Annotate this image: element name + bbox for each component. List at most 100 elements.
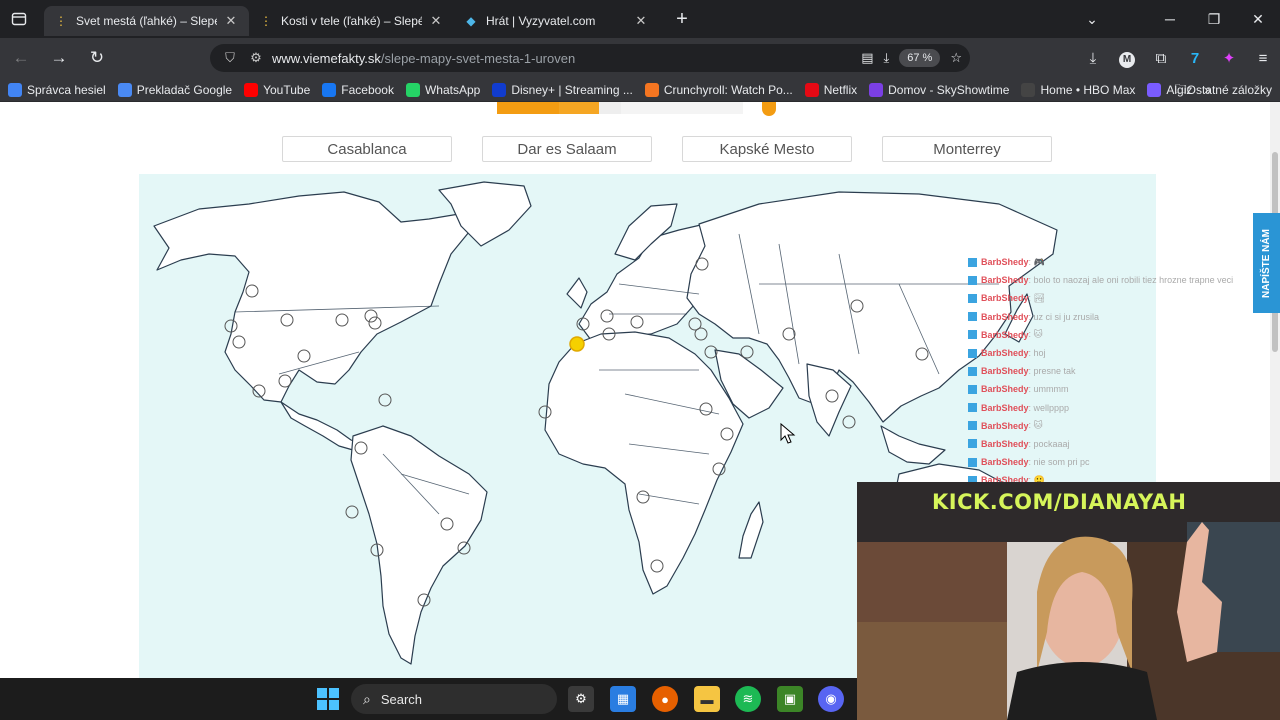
folder-icon: 🗀 (1174, 81, 1187, 96)
southeast-asia-land (880, 425, 946, 465)
choice-button[interactable]: Casablanca (282, 136, 452, 162)
hbo-icon (1021, 82, 1036, 97)
chat-username: BarbShedy (981, 420, 1029, 431)
bookmark-label: Home • HBO Max (1040, 82, 1136, 97)
chat-message: BarbShedy: 🎮 (968, 253, 1268, 271)
minimize-icon[interactable]: ─ (1148, 11, 1192, 27)
url-host: www.viemefakty.sk (272, 50, 381, 66)
city-marker[interactable] (345, 505, 359, 519)
chat-badge-icon (968, 330, 977, 340)
chat-badge-icon (968, 457, 977, 467)
algiz-icon (1147, 82, 1162, 97)
africa-land (544, 331, 744, 595)
chat-text: : ummmm (1028, 384, 1069, 395)
new-tab-button[interactable]: + (667, 4, 697, 34)
chat-message: BarbShedy: 🐱 (968, 326, 1268, 344)
back-button[interactable]: ← (4, 41, 38, 75)
chat-text: : pockaaaj (1028, 438, 1070, 449)
netflix-icon (804, 82, 819, 97)
choice-button[interactable]: Kapské Mesto (682, 136, 852, 162)
chat-message: BarbShedy: 🐱 (968, 417, 1268, 435)
reader-view-icon[interactable]: ▤ (861, 50, 873, 66)
google-icon (8, 82, 22, 97)
site-pin-icon: ⋮ (55, 14, 67, 28)
browser-toolbar: ← → ↻ ⛉ ⚙ www.viemefakty.sk/slepe-mapy-s… (0, 38, 1280, 78)
chat-username: BarbShedy (981, 329, 1029, 340)
chat-username: BarbShedy (981, 457, 1029, 468)
site-settings-icon[interactable]: ⚙ (246, 50, 266, 66)
bookmark-item[interactable]: Home • HBO Max (1021, 82, 1136, 97)
discord-app-icon[interactable]: ◉ (818, 686, 844, 712)
close-tab-icon[interactable]: ✕ (223, 13, 239, 29)
maximize-icon[interactable]: ❐ (1192, 11, 1236, 28)
control-panel-app-icon[interactable]: ▦ (610, 686, 636, 712)
webcam-scene (857, 482, 1280, 720)
stream-chat-overlay: BarbShedy: 🎮 BarbShedy: bolo to naozaj al… (968, 253, 1268, 489)
disney-icon (492, 82, 507, 97)
firefox-app-icon[interactable]: ● (652, 686, 678, 712)
windows-start-icon[interactable] (316, 687, 340, 711)
chat-badge-icon (968, 293, 977, 303)
bookmark-item[interactable]: Netflix (804, 82, 857, 97)
bookmark-item[interactable]: Prekladač Google (117, 82, 232, 97)
windows-taskbar: ⌕ Search ⚙ ▦ ● ▬ ≋ ▣ ◉ (0, 678, 857, 720)
chat-text: : bolo to naozaj ale oni robili tiez hro… (1028, 275, 1234, 286)
other-bookmarks-folder[interactable]: 🗀 Ostatné záložky (1175, 78, 1272, 102)
bookmark-item[interactable]: Crunchyroll: Watch Po... (644, 82, 793, 97)
bookmark-item[interactable]: Disney+ | Streaming ... (492, 82, 633, 97)
british-isles-land (566, 277, 588, 309)
shield-icon[interactable]: ⛉ (220, 50, 240, 66)
city-marker[interactable] (378, 393, 392, 407)
extension-purple-icon[interactable]: ✦ (1212, 49, 1246, 67)
bookmark-item[interactable]: Domov - SkyShowtime (869, 82, 1010, 97)
tab-vyzyvatel[interactable]: ◆ Hrát | Vyzyvatel.com ✕ (454, 6, 659, 36)
reload-button[interactable]: ↻ (80, 41, 114, 75)
tab-search-button[interactable] (0, 0, 38, 38)
bookmark-star-icon[interactable]: ☆ (950, 50, 962, 66)
chat-message: BarbShedy: hoj (968, 344, 1268, 362)
chat-badge-icon (968, 421, 977, 431)
youtube-icon (244, 82, 259, 97)
chat-text: : 🐱 (1028, 329, 1043, 340)
forward-button[interactable]: → (42, 41, 76, 75)
file-explorer-app-icon[interactable]: ▬ (694, 686, 720, 712)
menu-icon[interactable]: ≡ (1246, 50, 1280, 67)
choice-button[interactable]: Dar es Salaam (482, 136, 652, 162)
bookmark-item[interactable]: WhatsApp (405, 82, 480, 97)
save-page-icon[interactable]: ⤓ (884, 50, 890, 66)
highlighted-city-marker (569, 336, 585, 352)
city-marker[interactable] (694, 327, 708, 341)
chat-badge-icon (968, 384, 977, 394)
close-tab-icon[interactable]: ✕ (428, 13, 444, 29)
close-tab-icon[interactable]: ✕ (633, 13, 649, 29)
settings-app-icon[interactable]: ⚙ (568, 686, 594, 712)
taskbar-search[interactable]: ⌕ Search (351, 684, 557, 714)
tab-dropdown-icon[interactable]: ⌄ (1070, 11, 1114, 28)
chat-username: BarbShedy (981, 257, 1029, 268)
answer-choices: Casablanca Dar es Salaam Kapské Mesto Mo… (282, 136, 1052, 162)
bookmark-item[interactable]: Facebook (322, 82, 394, 97)
chat-username: BarbShedy (981, 311, 1029, 322)
minecraft-app-icon[interactable]: ▣ (777, 686, 803, 712)
extension-7tv-icon[interactable]: 7 (1178, 50, 1212, 67)
bookmark-item[interactable]: YouTube (244, 82, 310, 97)
chat-username: BarbShedy (981, 384, 1029, 395)
bookmark-item[interactable]: Správca hesiel (8, 82, 106, 97)
tab-svet-mesta[interactable]: ⋮ Svet mestá (ľahké) – Slepé mapy ✕ (44, 6, 249, 36)
city-marker[interactable] (842, 415, 856, 429)
choice-button[interactable]: Monterrey (882, 136, 1052, 162)
spotify-app-icon[interactable]: ≋ (735, 686, 761, 712)
webcam-overlay: KICK.COM/DIANAYAH (857, 482, 1280, 720)
bookmark-label: Domov - SkyShowtime (888, 82, 1010, 97)
address-bar[interactable]: ⛉ ⚙ www.viemefakty.sk/slepe-mapy-svet-me… (210, 44, 970, 72)
central-america-land (280, 401, 362, 451)
tab-kosti-v-tele[interactable]: ⋮ Kosti v tele (ľahké) – Slepé mapy ✕ (249, 6, 454, 36)
chat-text: : 🏞 (1028, 292, 1045, 303)
account-icon[interactable]: M (1110, 49, 1144, 68)
zoom-indicator[interactable]: 67 % (899, 49, 941, 67)
close-window-icon[interactable]: ✕ (1236, 11, 1280, 28)
extensions-icon[interactable]: ⧉ (1144, 50, 1178, 67)
city-marker[interactable] (740, 345, 754, 359)
chat-username: BarbShedy (981, 402, 1029, 413)
download-icon[interactable]: ⤓ (1076, 50, 1110, 67)
